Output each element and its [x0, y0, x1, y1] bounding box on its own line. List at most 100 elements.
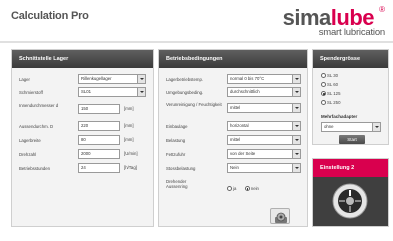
radio-label: SL 250	[327, 100, 341, 106]
field-label: Aussendurchm. D	[19, 124, 54, 129]
field-label: Innendurchmesser d	[19, 103, 59, 108]
chevron-down-icon	[292, 164, 300, 172]
adapter-title: Mehrfachadapter	[321, 114, 358, 119]
select-value: mittel	[230, 105, 241, 110]
select-value: SL01	[81, 89, 92, 94]
radio-ja[interactable]	[227, 186, 232, 192]
lager-select[interactable]: Rillenkugellager	[78, 74, 146, 84]
verunreinigung-select[interactable]: mittel	[227, 103, 301, 113]
logo-registered: ®	[379, 5, 385, 14]
belastung-select[interactable]: mittel	[227, 135, 301, 145]
panel-lager-header: Schnittstelle Lager	[12, 50, 153, 68]
field-lager: Lager Rillenkugellager	[12, 74, 153, 87]
lagerbreite-input[interactable]: 80	[78, 135, 120, 145]
logo-tagline: smart lubrication	[318, 27, 385, 38]
drehzahl-input[interactable]: 2000	[78, 149, 120, 159]
radio-label: SL 125	[327, 91, 341, 97]
select-value: von der Seite	[230, 151, 256, 156]
field-label: Stossbelastung	[166, 166, 196, 171]
chevron-down-icon	[292, 122, 300, 130]
header-divider	[0, 41, 393, 43]
betriebsstunden-input[interactable]: 24	[78, 163, 120, 173]
unit-label: [mm]	[124, 123, 134, 128]
chevron-down-icon	[292, 136, 300, 144]
radio-sl125[interactable]	[321, 91, 326, 97]
select-value: Nein	[230, 165, 239, 170]
radio-sl250[interactable]	[321, 100, 326, 106]
field-label: Drehender Aussenring	[166, 179, 188, 189]
select-value: horizontal	[230, 123, 249, 128]
field-label: Lagerbetriebstemp.	[166, 77, 204, 82]
field-label: Fettzufuhr	[166, 152, 186, 157]
chevron-down-icon	[292, 75, 300, 83]
panel-spendergroesse: Spendergrösse SL 30 SL 60 SL 125 SL 250 …	[312, 49, 389, 145]
aussenring-radio-group: ja nein	[227, 180, 263, 198]
app-title: Calculation Pro	[11, 10, 89, 22]
field-betriebsstunden: Betriebsstunden 24 [h/Tag]	[12, 163, 153, 176]
unit-label: [mm]	[124, 137, 134, 142]
device-view-button[interactable]	[270, 208, 290, 224]
spender-option-sl30[interactable]: SL 30	[321, 72, 342, 79]
field-drehender-aussenring: Drehender Aussenring ja nein	[159, 178, 307, 194]
field-label: Betriebsstunden	[19, 166, 51, 171]
field-drehzahl: Drehzahl 2000 [U/min]	[12, 149, 153, 162]
adapter-select[interactable]: ohne	[321, 122, 381, 132]
select-value: ohne	[324, 124, 334, 129]
field-fettzufuhr: Fettzufuhr von der Seite	[159, 149, 307, 162]
spender-option-sl125[interactable]: SL 125	[321, 90, 344, 97]
lagerbetriebstemp-select[interactable]: normal 0 bis 70°C	[227, 74, 301, 84]
field-label: Drehzahl	[19, 152, 37, 157]
umgebungsbeding-select[interactable]: durchschnittlich	[227, 87, 301, 97]
chevron-down-icon	[292, 104, 300, 112]
select-value: mittel	[230, 137, 241, 142]
field-label: Schmierstoff	[19, 90, 43, 95]
field-belastung: Belastung mittel	[159, 135, 307, 148]
field-label: Verunreinigung / Feuchtigkeit	[166, 102, 222, 107]
field-aussendurchmesser: Aussendurchm. D 220 [mm]	[12, 121, 153, 134]
panel-lager: Schnittstelle Lager Lager Rillenkugellag…	[11, 49, 154, 227]
radio-label: SL 60	[327, 82, 339, 88]
radio-sl30[interactable]	[321, 73, 326, 79]
chevron-down-icon	[292, 150, 300, 158]
radio-sl60[interactable]	[321, 82, 326, 88]
innendurchmesser-input[interactable]: 150	[78, 104, 120, 114]
field-label: Belastung	[166, 138, 186, 143]
setting-dial	[332, 183, 368, 219]
chevron-down-icon	[137, 88, 145, 96]
stossbelastung-select[interactable]: Nein	[227, 163, 301, 173]
field-schmierstoff: Schmierstoff SL01	[12, 87, 153, 100]
aussendurchmesser-input[interactable]: 220	[78, 121, 120, 131]
field-einbaulage: Einbaulage horizontal	[159, 121, 307, 134]
field-stossbelastung: Stossbelastung Nein	[159, 163, 307, 176]
field-label: Lager	[19, 77, 30, 82]
lubricator-icon	[275, 212, 287, 223]
field-label: Einbaulage	[166, 124, 188, 129]
radio-nein[interactable]	[244, 186, 250, 192]
chevron-down-icon	[292, 88, 300, 96]
select-value: durchschnittlich	[230, 89, 260, 94]
field-lagerbetriebstemp: Lagerbetriebstemp. normal 0 bis 70°C	[159, 74, 307, 87]
unit-label: [mm]	[124, 106, 134, 111]
start-button[interactable]: Start	[339, 135, 365, 144]
schmierstoff-select[interactable]: SL01	[78, 87, 146, 97]
dial-icon	[332, 183, 368, 219]
panel-spender-header: Spendergrösse	[313, 50, 388, 68]
einstellung-header: Einstellung 2	[313, 159, 388, 177]
spender-option-sl250[interactable]: SL 250	[321, 99, 344, 106]
radio-label: ja	[233, 186, 237, 192]
field-label: Umgebungsbeding.	[166, 90, 204, 95]
simalube-logo: simalube ® smart lubrication	[230, 5, 386, 39]
panel-betrieb-header: Betriebsbedingungen	[159, 50, 307, 68]
field-innendurchmesser: Innendurchmesser d 150 [mm]	[12, 102, 153, 118]
chevron-down-icon	[137, 75, 145, 83]
select-value: Rillenkugellager	[81, 76, 112, 81]
unit-label: [U/min]	[124, 151, 138, 156]
field-verunreinigung: Verunreinigung / Feuchtigkeit mittel	[159, 101, 307, 117]
panel-einstellung: Einstellung 2	[312, 158, 389, 227]
spender-option-sl60[interactable]: SL 60	[321, 81, 342, 88]
field-umgebungsbeding: Umgebungsbeding. durchschnittlich	[159, 87, 307, 100]
fettzufuhr-select[interactable]: von der Seite	[227, 149, 301, 159]
einbaulage-select[interactable]: horizontal	[227, 121, 301, 131]
select-value: normal 0 bis 70°C	[230, 76, 265, 81]
panel-betriebsbedingungen: Betriebsbedingungen Lagerbetriebstemp. n…	[158, 49, 308, 227]
